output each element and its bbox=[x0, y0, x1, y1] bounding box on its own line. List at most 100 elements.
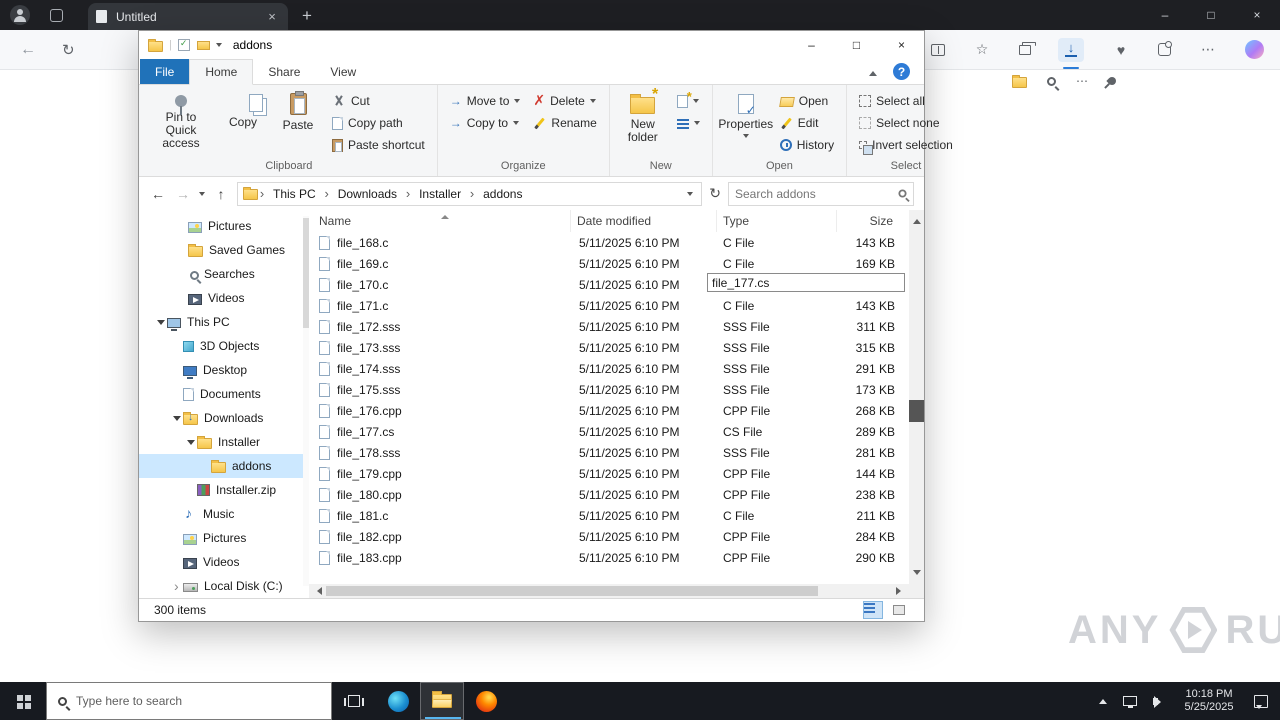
browser-minimize-button[interactable]: – bbox=[1142, 0, 1188, 30]
help-button[interactable]: ? bbox=[893, 63, 910, 80]
tab-file[interactable]: File bbox=[140, 59, 190, 84]
taskbar-clock[interactable]: 10:18 PM 5/25/2025 bbox=[1180, 688, 1238, 714]
tab-view[interactable]: View bbox=[315, 59, 371, 84]
scroll-left-icon[interactable] bbox=[313, 587, 322, 595]
large-icons-view-button[interactable] bbox=[889, 601, 909, 619]
expander-icon[interactable] bbox=[171, 387, 183, 401]
search-box[interactable] bbox=[728, 181, 914, 206]
details-view-button[interactable] bbox=[863, 601, 883, 619]
address-refresh-icon[interactable]: ↻ bbox=[709, 185, 721, 202]
sidebar-item[interactable]: 3D Objects bbox=[139, 334, 309, 358]
paste-button[interactable]: Paste bbox=[272, 88, 324, 135]
taskbar-search-input[interactable] bbox=[76, 694, 320, 708]
invert-selection-button[interactable]: Invert selection bbox=[854, 134, 958, 156]
expander-icon[interactable] bbox=[171, 507, 183, 521]
expander-icon[interactable] bbox=[171, 411, 183, 425]
new-item-button[interactable] bbox=[672, 89, 705, 112]
file-row[interactable]: file_181.c 5/11/2025 6:10 PM C File 211 … bbox=[309, 505, 909, 526]
expander-icon[interactable] bbox=[171, 363, 183, 377]
column-header-type[interactable]: Type bbox=[717, 210, 837, 232]
sidebar-item[interactable]: Videos bbox=[139, 286, 309, 310]
open-downloads-folder-icon[interactable] bbox=[1012, 74, 1027, 88]
search-downloads-icon[interactable] bbox=[1047, 76, 1056, 86]
sidebar-item[interactable]: Videos bbox=[139, 550, 309, 574]
expander-icon[interactable] bbox=[155, 315, 167, 329]
sidebar-item[interactable]: Music bbox=[139, 502, 309, 526]
file-row[interactable]: file_169.c 5/11/2025 6:10 PM C File 169 … bbox=[309, 253, 909, 274]
breadcrumb[interactable]: This PC Downloads Installer addons bbox=[237, 181, 703, 206]
task-view-button[interactable] bbox=[332, 682, 376, 720]
tab-actions-icon[interactable] bbox=[50, 8, 63, 22]
ribbon-collapse-icon[interactable] bbox=[869, 67, 877, 76]
rename-button[interactable]: Rename bbox=[528, 112, 601, 134]
history-button[interactable]: History bbox=[775, 134, 839, 156]
file-row[interactable]: file_171.c 5/11/2025 6:10 PM C File 143 … bbox=[309, 295, 909, 316]
sidebar-item[interactable]: Documents bbox=[139, 382, 309, 406]
select-none-button[interactable]: Select none bbox=[854, 112, 958, 134]
explorer-close-button[interactable]: × bbox=[879, 31, 924, 59]
pin-to-quick-access-button[interactable]: Pin to Quick access bbox=[148, 88, 214, 153]
nav-forward-icon[interactable]: → bbox=[174, 186, 192, 202]
breadcrumb-installer[interactable]: Installer bbox=[412, 187, 468, 201]
start-button[interactable] bbox=[0, 682, 46, 720]
file-row[interactable]: file_172.sss 5/11/2025 6:10 PM SSS File … bbox=[309, 316, 909, 337]
browser-maximize-button[interactable]: □ bbox=[1188, 0, 1234, 30]
breadcrumb-this-pc[interactable]: This PC bbox=[266, 187, 323, 201]
file-row[interactable]: file_180.cpp 5/11/2025 6:10 PM CPP File … bbox=[309, 484, 909, 505]
profile-avatar-icon[interactable] bbox=[10, 5, 30, 25]
action-center-icon[interactable] bbox=[1254, 694, 1268, 709]
copilot-icon[interactable] bbox=[1245, 40, 1264, 59]
tab-home[interactable]: Home bbox=[189, 59, 254, 85]
horizontal-scrollbar[interactable] bbox=[309, 584, 909, 598]
open-button[interactable]: Open bbox=[775, 90, 839, 112]
taskbar-search[interactable] bbox=[46, 682, 332, 720]
new-folder-button[interactable]: New folder bbox=[617, 88, 669, 147]
favorites-star-icon[interactable]: ☆ bbox=[972, 40, 992, 60]
file-row[interactable]: file_176.cpp 5/11/2025 6:10 PM CPP File … bbox=[309, 400, 909, 421]
sidebar-item[interactable]: Searches bbox=[139, 262, 309, 286]
easy-access-button[interactable] bbox=[672, 112, 705, 134]
file-explorer-taskbar-button[interactable] bbox=[420, 682, 464, 720]
expander-icon[interactable] bbox=[185, 483, 197, 497]
expander-icon[interactable] bbox=[176, 267, 188, 281]
file-row[interactable]: file_178.sss 5/11/2025 6:10 PM SSS File … bbox=[309, 442, 909, 463]
scroll-down-icon[interactable] bbox=[913, 570, 921, 579]
expander-icon[interactable] bbox=[171, 531, 183, 545]
file-row[interactable]: file_174.sss 5/11/2025 6:10 PM SSS File … bbox=[309, 358, 909, 379]
breadcrumb-addons[interactable]: addons bbox=[476, 187, 529, 201]
qat-properties-icon[interactable] bbox=[177, 38, 190, 51]
delete-button[interactable]: Delete bbox=[528, 90, 601, 112]
nav-up-icon[interactable]: ↑ bbox=[212, 186, 230, 202]
downloads-more-icon[interactable]: ⋯ bbox=[1076, 74, 1088, 88]
cut-button[interactable]: Cut bbox=[327, 90, 430, 112]
sidebar-item[interactable]: Installer.zip bbox=[139, 478, 309, 502]
horizontal-scrollbar-thumb[interactable] bbox=[326, 586, 818, 596]
move-to-button[interactable]: Move to bbox=[445, 90, 526, 112]
qat-new-folder-icon[interactable] bbox=[196, 40, 210, 50]
new-tab-button[interactable]: + bbox=[302, 7, 312, 24]
expander-icon[interactable] bbox=[176, 243, 188, 257]
file-row[interactable]: file_173.sss 5/11/2025 6:10 PM SSS File … bbox=[309, 337, 909, 358]
sidebar-item[interactable]: Saved Games bbox=[139, 238, 309, 262]
expander-icon[interactable] bbox=[185, 435, 197, 449]
recent-locations-caret-icon[interactable] bbox=[199, 191, 205, 199]
edit-button[interactable]: Edit bbox=[775, 112, 839, 134]
tab-share[interactable]: Share bbox=[253, 59, 315, 84]
browser-tab[interactable]: Untitled × bbox=[88, 3, 288, 30]
sidebar-item[interactable]: Installer bbox=[139, 430, 309, 454]
split-screen-icon[interactable] bbox=[931, 43, 945, 56]
expander-icon[interactable] bbox=[199, 459, 211, 473]
show-hidden-icons-chevron[interactable] bbox=[1099, 695, 1107, 704]
vertical-scrollbar[interactable] bbox=[909, 210, 924, 584]
address-dropdown-caret-icon[interactable] bbox=[687, 191, 694, 199]
expander-icon[interactable] bbox=[171, 578, 183, 594]
scroll-right-icon[interactable] bbox=[896, 587, 905, 595]
expander-icon[interactable] bbox=[176, 291, 188, 305]
more-menu-icon[interactable]: ⋯ bbox=[1198, 40, 1218, 60]
file-row[interactable]: file_175.sss 5/11/2025 6:10 PM SSS File … bbox=[309, 379, 909, 400]
network-tray-icon[interactable] bbox=[1123, 696, 1137, 708]
explorer-minimize-button[interactable]: – bbox=[789, 31, 834, 59]
sidebar-item[interactable]: Pictures bbox=[139, 526, 309, 550]
edge-taskbar-button[interactable] bbox=[376, 682, 420, 720]
pin-downloads-icon[interactable] bbox=[1106, 75, 1118, 87]
